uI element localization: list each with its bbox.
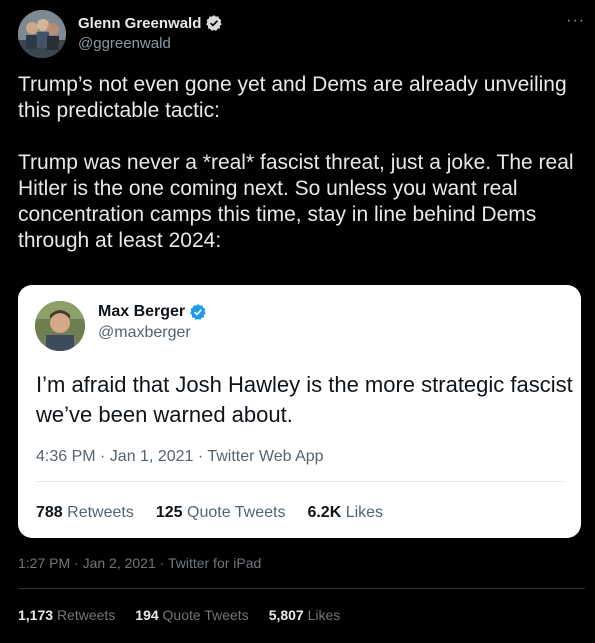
likes-count: 5,807 — [268, 607, 304, 623]
quoted-quotes-count: 125 — [155, 504, 183, 521]
quoted-retweets-stat[interactable]: 788 Retweets — [36, 504, 134, 522]
quoted-quotes-label: Quote Tweets — [187, 504, 286, 521]
quoted-tweet-text: I’m afraid that Josh Hawley is the more … — [36, 372, 573, 427]
tweet-text: Trump’s not even gone yet and Dems are a… — [18, 73, 574, 252]
stats-divider — [18, 588, 585, 589]
likes-label: Likes — [307, 607, 341, 623]
quoted-retweets-count: 788 — [36, 504, 63, 521]
avatar-image-icon — [35, 301, 85, 351]
tweet-timestamp[interactable]: 1:27 PM · Jan 2, 2021 · Twitter for iPad — [18, 555, 261, 571]
quoted-likes-label: Likes — [345, 504, 384, 521]
quoted-tweet-card[interactable]: Max Berger @maxberger I’m afraid that Jo… — [18, 285, 581, 538]
likes-stat[interactable]: 5,807 Likes — [269, 607, 341, 623]
author-name[interactable]: Glenn Greenwald — [78, 15, 201, 32]
quoted-tweet-timestamp[interactable]: 4:36 PM · Jan 1, 2021 · Twitter Web App — [36, 448, 324, 466]
retweets-count: 1,173 — [18, 607, 54, 623]
tweet-stats: 1,173 Retweets 194 Quote Tweets 5,807 Li… — [18, 607, 340, 623]
tweet-header: Glenn Greenwald @ggreenwald ··· — [18, 10, 585, 62]
verified-badge-icon — [206, 15, 223, 31]
quotes-label: Quote Tweets — [162, 607, 249, 623]
author-handle[interactable]: @ggreenwald — [78, 35, 171, 52]
quoted-author-avatar[interactable] — [35, 301, 85, 351]
quoted-divider — [36, 481, 563, 482]
avatar-image-icon — [18, 10, 66, 58]
retweets-stat[interactable]: 1,173 Retweets — [18, 607, 115, 623]
quoted-retweets-label: Retweets — [67, 504, 134, 521]
quoted-author-handle[interactable]: @maxberger — [98, 324, 191, 342]
author-name-line: Glenn Greenwald — [78, 14, 223, 32]
retweets-label: Retweets — [56, 607, 116, 623]
quotes-stat[interactable]: 194 Quote Tweets — [135, 607, 248, 623]
more-options-icon[interactable]: ··· — [566, 12, 585, 30]
tweet: Glenn Greenwald @ggreenwald ··· Trump’s … — [0, 0, 595, 643]
quoted-likes-stat[interactable]: 6.2K Likes — [307, 504, 383, 522]
quoted-author-name-line: Max Berger — [98, 303, 207, 321]
quoted-tweet-stats: 788 Retweets 125 Quote Tweets 6.2K Likes — [36, 504, 383, 522]
quoted-author-name[interactable]: Max Berger — [98, 303, 185, 321]
author-avatar[interactable] — [18, 10, 66, 58]
quotes-count: 194 — [135, 607, 159, 623]
quoted-quotes-stat[interactable]: 125 Quote Tweets — [156, 504, 286, 522]
quoted-likes-count: 6.2K — [307, 504, 342, 521]
verified-badge-icon — [190, 304, 206, 320]
